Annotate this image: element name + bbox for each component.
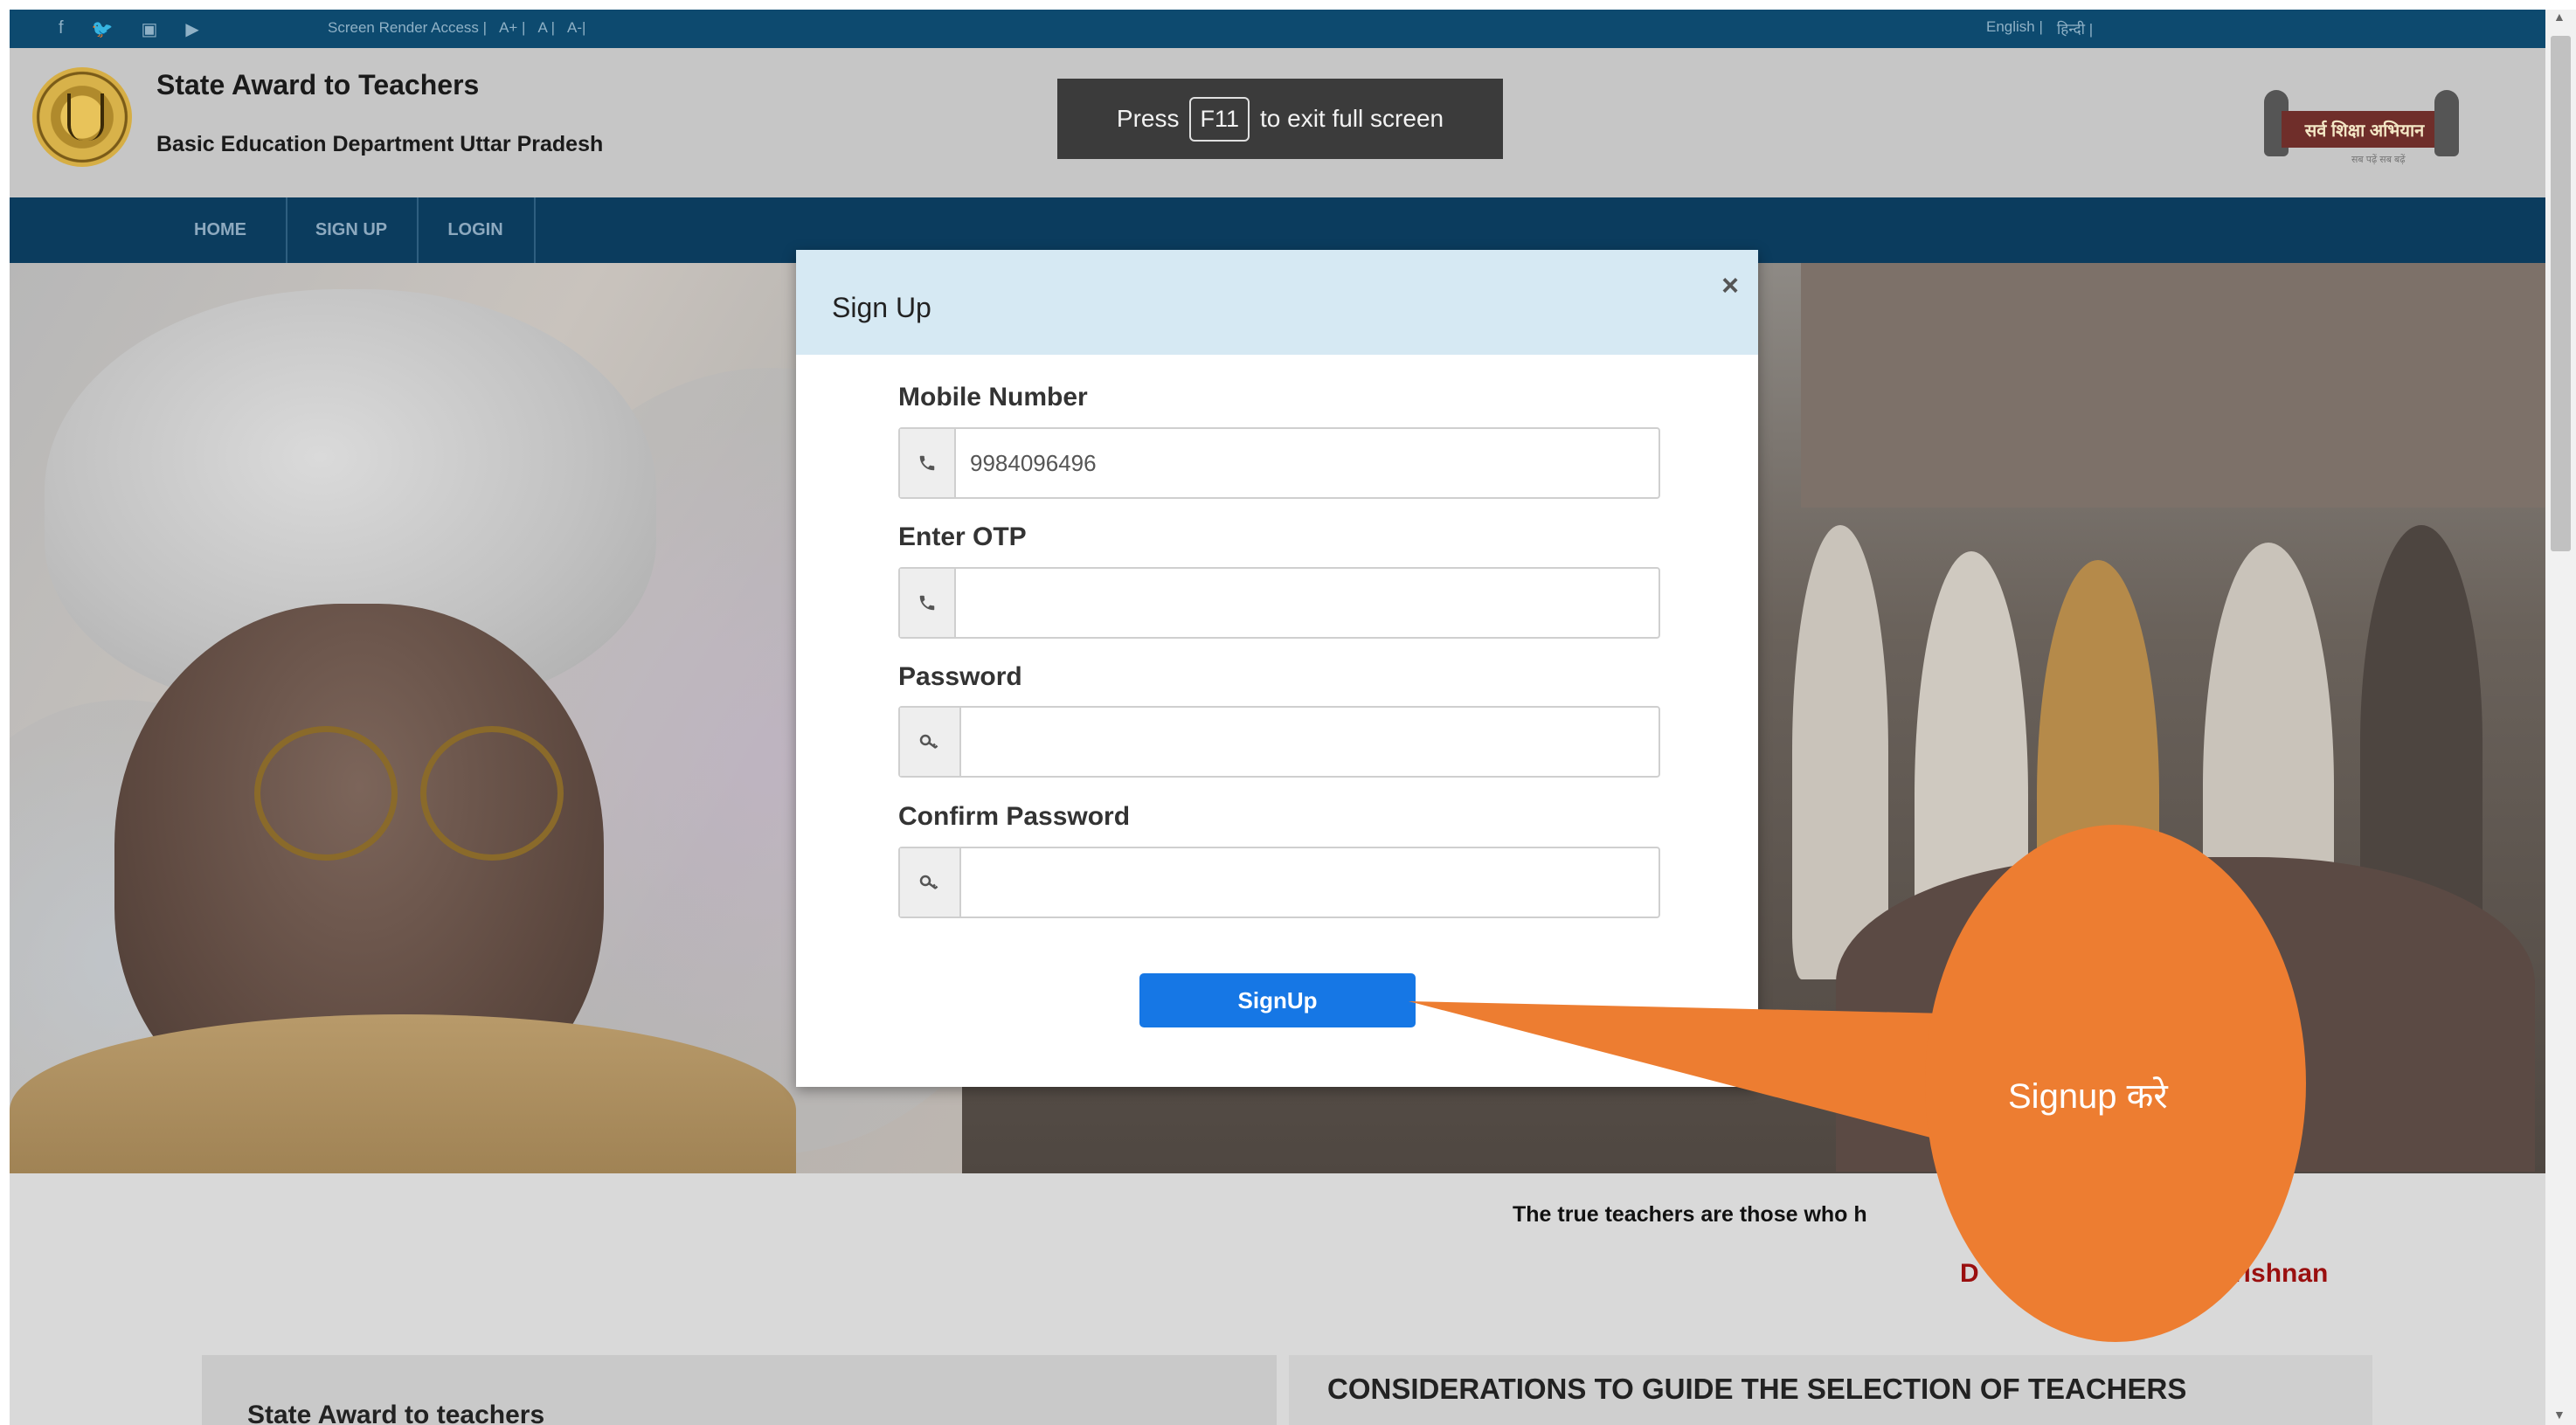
sarva-shiksha-abhiyan-logo: सर्व शिक्षा अभियान सब पढ़ें सब बढ़ें xyxy=(2255,81,2459,169)
state-award-section: State Award to teachers xyxy=(202,1355,1277,1425)
callout-text: Signup करे xyxy=(2008,1077,2168,1116)
modal-header: Sign Up × xyxy=(796,250,1758,355)
nav-signup[interactable]: SIGN UP xyxy=(286,197,419,263)
youtube-icon[interactable]: ▣ xyxy=(141,18,157,40)
quote-text: The true teachers are those who h xyxy=(1513,1202,1867,1227)
quote-author-end: rishnan xyxy=(2233,1259,2329,1288)
password-field-group xyxy=(898,706,1660,778)
phone-icon xyxy=(900,429,956,497)
screen-reader-link[interactable]: Screen Render Access | xyxy=(328,19,487,37)
mobile-number-input[interactable] xyxy=(954,429,1657,497)
considerations-section: CONSIDERATIONS TO GUIDE THE SELECTION OF… xyxy=(1289,1355,2372,1425)
logo-figure-icon xyxy=(2434,90,2459,156)
nav-login[interactable]: LOGIN xyxy=(417,197,536,263)
modal-title: Sign Up xyxy=(832,292,931,323)
otp-label: Enter OTP xyxy=(898,522,1027,551)
language-links: English | हिन्दी | xyxy=(1986,18,2093,38)
mobile-label: Mobile Number xyxy=(898,383,1088,412)
english-link[interactable]: English | xyxy=(1986,18,2043,38)
social-links: f 🐦 ▣ ▶ xyxy=(59,18,199,40)
accessibility-links: Screen Render Access | A+ | A | A-| xyxy=(328,19,585,37)
fullscreen-notice: Press F11 to exit full screen xyxy=(1057,79,1503,159)
nav-home[interactable]: HOME xyxy=(155,197,287,263)
twitter-icon[interactable]: 🐦 xyxy=(92,18,114,40)
fullscreen-rest-text: to exit full screen xyxy=(1260,105,1444,132)
font-decrease-link[interactable]: A-| xyxy=(567,19,585,37)
mobile-field-group xyxy=(898,427,1660,499)
facebook-icon[interactable]: f xyxy=(59,18,64,40)
top-strip: f 🐦 ▣ ▶ Screen Render Access | A+ | A | … xyxy=(10,10,2545,48)
site-title: State Award to Teachers xyxy=(156,69,480,100)
hindi-link[interactable]: हिन्दी | xyxy=(2057,18,2093,38)
confirm-password-field-group xyxy=(898,847,1660,918)
section-title: State Award to teachers xyxy=(247,1401,545,1425)
emblem-bow-icon xyxy=(67,93,104,141)
play-icon[interactable]: ▶ xyxy=(185,18,198,40)
page-scrollbar[interactable]: ▲ ▼ xyxy=(2545,10,2576,1425)
scroll-down-icon[interactable]: ▼ xyxy=(2553,1408,2566,1422)
otp-input[interactable] xyxy=(954,569,1657,637)
scroll-up-icon[interactable]: ▲ xyxy=(2553,10,2566,24)
font-increase-link[interactable]: A+ | xyxy=(499,19,525,37)
key-icon xyxy=(900,708,961,776)
glasses-icon xyxy=(254,726,398,861)
logo-tagline: सब पढ़ें सब बढ़ें xyxy=(2351,155,2406,165)
logo-banner: सर्व शिक्षा अभियान xyxy=(2282,111,2448,148)
phone-icon xyxy=(900,569,956,637)
font-normal-link[interactable]: A | xyxy=(537,19,555,37)
otp-field-group xyxy=(898,567,1660,639)
password-input[interactable] xyxy=(959,708,1657,776)
quote-author-start: D xyxy=(1960,1259,1979,1288)
site-subtitle: Basic Education Department Uttar Pradesh xyxy=(156,132,604,156)
signup-button[interactable]: SignUp xyxy=(1139,973,1416,1027)
up-emblem-logo xyxy=(32,67,132,167)
signup-modal: Sign Up × Mobile Number Enter OTP Passwo… xyxy=(796,250,1758,1087)
key-icon xyxy=(900,848,961,917)
close-icon[interactable]: × xyxy=(1721,269,1739,303)
f11-key: F11 xyxy=(1189,96,1250,142)
fullscreen-press-text: Press xyxy=(1116,105,1180,132)
section-title: CONSIDERATIONS TO GUIDE THE SELECTION OF… xyxy=(1327,1373,2187,1405)
confirm-password-input[interactable] xyxy=(959,848,1657,917)
scrollbar-thumb[interactable] xyxy=(2551,36,2571,551)
confirm-password-label: Confirm Password xyxy=(898,802,1131,831)
password-label: Password xyxy=(898,662,1022,691)
glasses-icon xyxy=(420,726,564,861)
